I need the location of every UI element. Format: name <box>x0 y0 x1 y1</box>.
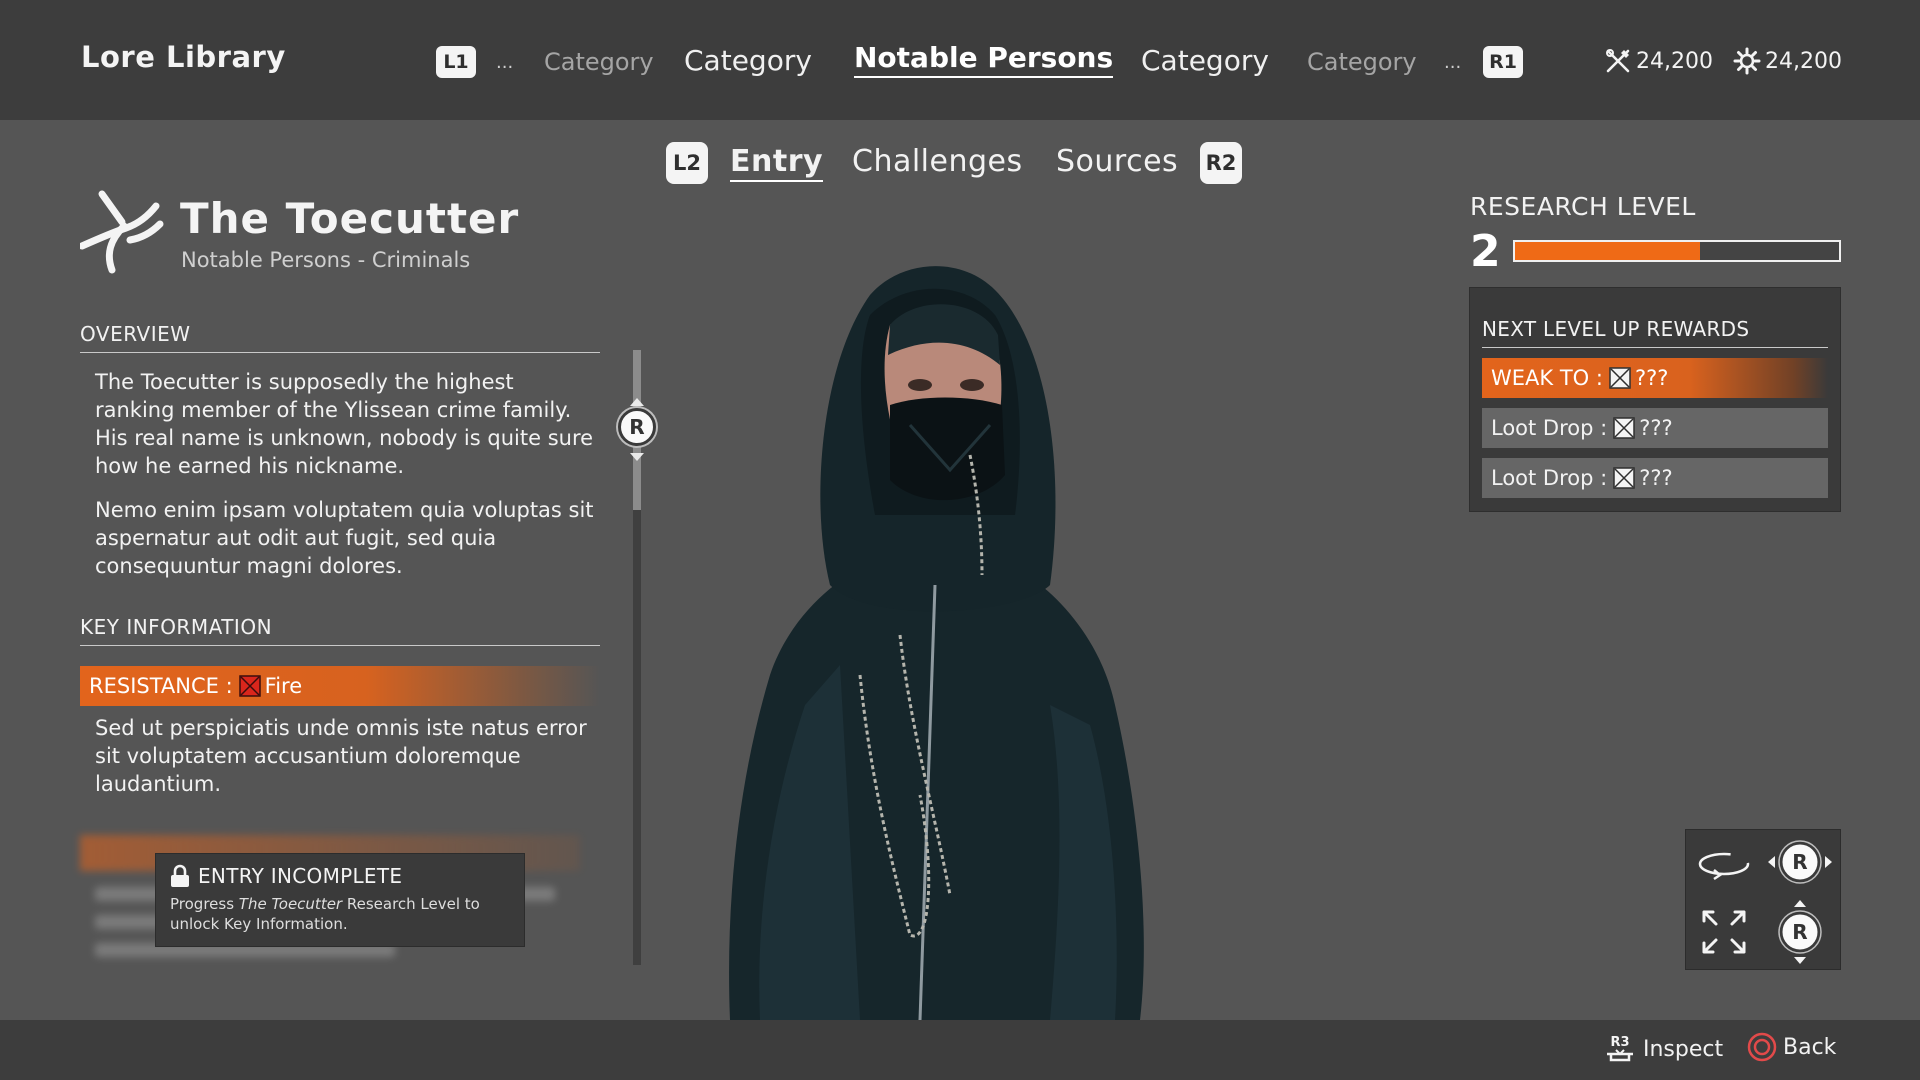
r2-button-prompt[interactable]: R2 <box>1200 142 1242 184</box>
reward-label: Loot Drop : <box>1491 466 1608 490</box>
scroll-up-arrow <box>630 398 644 406</box>
unknown-item-icon <box>1613 467 1635 489</box>
category-tab-5[interactable]: Category <box>1307 48 1417 76</box>
currency-gears: 24,200 <box>1733 47 1842 75</box>
tab-entry[interactable]: Entry <box>730 144 824 182</box>
reward-value: ??? <box>1634 366 1669 390</box>
overview-paragraph-2: Nemo enim ipsam voluptatem quia voluptas… <box>95 498 594 578</box>
research-level-number: 2 <box>1470 226 1501 277</box>
overview-heading: OVERVIEW <box>80 322 600 353</box>
svg-text:R: R <box>1792 920 1807 944</box>
reward-value: ??? <box>1639 416 1673 440</box>
more-categories-left: ... <box>496 52 514 73</box>
more-categories-right: ... <box>1444 52 1462 73</box>
entry-incomplete-title: ENTRY INCOMPLETE <box>198 864 403 888</box>
category-tab-1[interactable]: Category <box>544 48 654 76</box>
r3-button-icon: R3 <box>1607 1035 1633 1062</box>
tab-challenges[interactable]: Challenges <box>852 144 1023 179</box>
criminal-faction-icon <box>80 190 164 274</box>
tool-icon <box>1606 49 1630 73</box>
svg-text:R3: R3 <box>1610 1035 1629 1050</box>
svg-text:R: R <box>1792 850 1807 874</box>
reward-value: ??? <box>1639 466 1673 490</box>
back-label: Back <box>1783 1034 1837 1060</box>
rotate-icon <box>1698 852 1750 881</box>
category-tab-4[interactable]: Category <box>1141 44 1269 77</box>
l2-button-prompt[interactable]: L2 <box>666 142 708 184</box>
fire-element-icon <box>238 675 261 697</box>
l1-button-prompt[interactable]: L1 <box>436 46 476 78</box>
right-stick-horizontal-icon: R <box>1768 840 1832 884</box>
expand-icon <box>1702 910 1746 954</box>
inspect-label: Inspect <box>1643 1036 1724 1062</box>
entry-name: The Toecutter <box>180 194 520 243</box>
inspect-hint[interactable]: R3 Inspect <box>1603 1032 1723 1066</box>
gear-icon <box>1733 47 1761 75</box>
research-level-heading: RESEARCH LEVEL <box>1470 192 1696 221</box>
resistance-label: RESISTANCE : <box>89 674 233 698</box>
currency-parts: 24,200 <box>1604 47 1713 75</box>
right-stick-vertical-icon: R <box>1778 900 1822 964</box>
tab-sources[interactable]: Sources <box>1056 144 1178 179</box>
entry-subtabs: L2 Entry Challenges Sources R2 <box>0 140 1920 190</box>
top-bar: Lore Library L1 ... Category Category No… <box>0 0 1920 120</box>
next-level-rewards-panel: NEXT LEVEL UP REWARDS WEAK TO : ??? Loot… <box>1469 287 1841 512</box>
research-progress-fill <box>1515 242 1700 260</box>
reward-label: Loot Drop : <box>1491 416 1608 440</box>
right-stick-scroll-prompt[interactable]: R <box>618 408 656 446</box>
category-tab-2[interactable]: Category <box>684 44 812 77</box>
reward-weak-to[interactable]: WEAK TO : ??? <box>1482 358 1828 398</box>
bottom-bar: R3 Inspect Back <box>0 1020 1920 1080</box>
currency-gears-value: 24,200 <box>1765 48 1842 74</box>
entry-incomplete-card: ENTRY INCOMPLETE Progress The Toecutter … <box>155 853 525 947</box>
reward-loot-drop-2[interactable]: Loot Drop : ??? <box>1482 458 1828 498</box>
unknown-element-icon <box>1609 367 1631 389</box>
research-progress-bar <box>1513 240 1841 262</box>
currency-parts-value: 24,200 <box>1636 48 1713 74</box>
key-information-heading: KEY INFORMATION <box>80 615 600 646</box>
reward-loot-drop-1[interactable]: Loot Drop : ??? <box>1482 408 1828 448</box>
circle-button-icon <box>1747 1032 1777 1062</box>
scroll-down-arrow <box>630 453 644 461</box>
resistance-row: RESISTANCE : Fire <box>80 666 600 706</box>
resistance-value: Fire <box>264 674 303 698</box>
rewards-heading: NEXT LEVEL UP REWARDS <box>1482 317 1828 348</box>
overview-paragraph-1: The Toecutter is supposedly the highest … <box>95 370 594 478</box>
back-hint[interactable]: Back <box>1747 1032 1836 1062</box>
model-controls-panel: R R <box>1685 829 1841 970</box>
character-model[interactable] <box>720 255 1160 1020</box>
r1-button-prompt[interactable]: R1 <box>1483 46 1523 78</box>
key-info-paragraph: Sed ut perspiciatis unde omnis iste natu… <box>95 716 587 796</box>
entry-category: Notable Persons - Criminals <box>181 248 471 272</box>
unknown-item-icon <box>1613 417 1635 439</box>
entry-incomplete-text: Progress The Toecutter Research Level to… <box>170 895 480 933</box>
reward-label: WEAK TO : <box>1491 366 1603 390</box>
lock-icon <box>171 864 189 887</box>
category-tab-notable-persons[interactable]: Notable Persons <box>854 41 1114 78</box>
